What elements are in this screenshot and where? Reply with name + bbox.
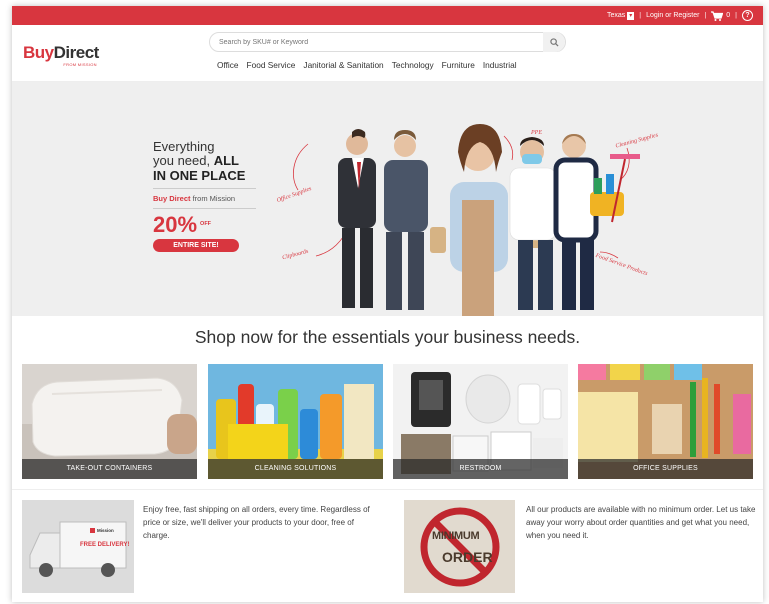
category-label: TAKE-OUT CONTAINERS <box>22 459 197 479</box>
hero-line-2: you need, ALL <box>153 154 283 168</box>
shipping-info-text: Enjoy free, fast shipping on all orders,… <box>143 505 370 540</box>
hero-line-2a: you need, <box>153 153 214 168</box>
site-header: BuyDirect FROM MISSION Office Food Servi… <box>12 25 763 82</box>
main-nav: Office Food Service Janitorial & Sanitat… <box>217 60 517 70</box>
hero-brand-line: Buy Direct from Mission <box>153 194 283 203</box>
chevron-down-icon: ▾ <box>627 11 635 20</box>
category-tile-cleaning-solutions[interactable]: CLEANING SOLUTIONS <box>208 364 383 479</box>
cart-icon <box>711 10 724 21</box>
discount-off: OFF <box>200 221 212 227</box>
separator: | <box>639 12 642 19</box>
state-label: Texas <box>607 12 626 19</box>
category-tile-take-out-containers[interactable]: TAKE-OUT CONTAINERS <box>22 364 197 479</box>
search-icon <box>549 37 559 47</box>
nav-item-office[interactable]: Office <box>217 60 239 70</box>
logo-subtitle: FROM MISSION <box>63 62 97 67</box>
divider <box>153 188 256 189</box>
entire-site-badge[interactable]: ENTIRE SITE! <box>153 239 239 252</box>
hero-banner[interactable]: Everything you need, ALL IN ONE PLACE Bu… <box>12 82 763 316</box>
free-delivery-image: FREE DELIVERY! Mission <box>22 500 134 593</box>
no-minimum-sign-icon <box>404 500 515 593</box>
section-divider <box>12 489 763 490</box>
login-register-link[interactable]: Login or Register <box>646 12 699 19</box>
nav-item-furniture[interactable]: Furniture <box>442 60 475 70</box>
hero-brand-from: from Mission <box>190 194 236 203</box>
nav-item-industrial[interactable]: Industrial <box>483 60 517 70</box>
annotation-ppe: PPE <box>531 130 542 136</box>
hero-copy: Everything you need, ALL IN ONE PLACE Bu… <box>153 140 283 252</box>
category-tile-office-supplies[interactable]: OFFICE SUPPLIES <box>578 364 753 479</box>
category-label: RESTROOM <box>393 459 568 479</box>
hero-line-1: Everything <box>153 139 215 154</box>
category-tile-restroom[interactable]: RESTROOM <box>393 364 568 479</box>
help-icon[interactable]: ? <box>742 10 753 21</box>
utility-bar: Texas ▾ | Login or Register | 0 | ? <box>12 6 763 25</box>
section-headline: Shop now for the essentials your busines… <box>194 327 581 347</box>
category-label: OFFICE SUPPLIES <box>578 459 753 479</box>
cart-link[interactable]: 0 <box>711 10 731 21</box>
page-frame: Texas ▾ | Login or Register | 0 | ? BuyD… <box>12 6 763 602</box>
discount-percent: 20% <box>153 212 198 237</box>
separator: | <box>704 12 707 19</box>
free-delivery-label: FREE DELIVERY! <box>80 542 130 548</box>
category-label: CLEANING SOLUTIONS <box>208 459 383 479</box>
no-minimum-order-image: MINIMUM ORDER <box>404 500 515 593</box>
nav-item-janitorial-sanitation[interactable]: Janitorial & Sanitation <box>303 60 383 70</box>
hero-line-2b: ALL <box>213 153 239 168</box>
logo-direct: Direct <box>53 43 100 62</box>
search-bar <box>209 32 566 52</box>
hero-line-3: IN ONE PLACE <box>153 168 246 183</box>
minimum-word: MINIMUM <box>432 530 480 542</box>
nav-item-technology[interactable]: Technology <box>392 60 434 70</box>
hero-brand-name: Buy Direct <box>153 194 191 203</box>
logo-buy: Buy <box>23 43 54 62</box>
search-button[interactable] <box>543 32 565 52</box>
truck-brand-label: Mission <box>97 528 114 533</box>
nav-item-food-service[interactable]: Food Service <box>247 60 296 70</box>
minimum-order-info-text: All our products are available with no m… <box>526 505 756 540</box>
buydirect-logo[interactable]: BuyDirect FROM MISSION <box>23 43 100 67</box>
order-word: ORDER <box>442 549 493 565</box>
divider <box>153 208 256 209</box>
state-selector[interactable]: Texas ▾ <box>607 11 635 20</box>
search-input[interactable] <box>219 37 519 48</box>
cart-count: 0 <box>726 12 731 19</box>
hero-people-image <box>293 124 640 316</box>
separator: | <box>735 12 737 19</box>
